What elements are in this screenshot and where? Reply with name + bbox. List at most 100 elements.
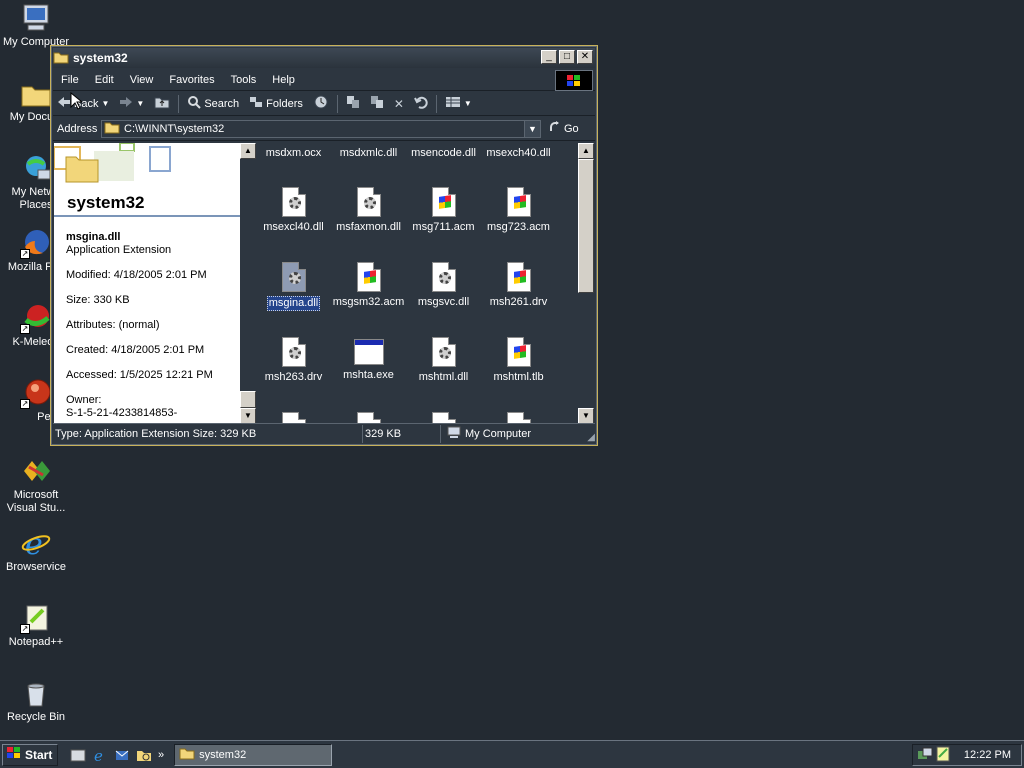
menu-help[interactable]: Help xyxy=(264,74,303,86)
go-button[interactable]: Go xyxy=(549,121,579,136)
chevron-down-icon[interactable]: ▼ xyxy=(136,99,144,108)
notepad-plus-icon: ↗ xyxy=(20,602,52,634)
back-button[interactable]: Back ▼ xyxy=(53,93,113,115)
menu-bar: File Edit View Favorites Tools Help xyxy=(53,69,595,91)
file-item[interactable]: msgsvc.dll xyxy=(406,262,481,309)
status-size: 329 KB xyxy=(363,424,441,443)
title-bar[interactable]: system32 _ □ ✕ xyxy=(53,48,595,68)
views-button[interactable]: ▼ xyxy=(441,93,476,115)
scroll-thumb[interactable] xyxy=(240,391,256,408)
close-button[interactable]: ✕ xyxy=(577,50,593,64)
accessed-date: Accessed: 1/5/2025 12:21 PM xyxy=(66,369,213,381)
desktop-icon-notepad-plus[interactable]: ↗ Notepad++ xyxy=(0,602,72,649)
file-item[interactable]: mshtml.dll xyxy=(406,337,481,384)
folders-button[interactable]: Folders xyxy=(245,93,307,115)
gear-file-icon xyxy=(281,187,306,217)
file-item[interactable]: mshta.exe xyxy=(331,337,406,382)
file-item[interactable]: msh263.drv xyxy=(256,337,331,384)
chevron-right-icon[interactable]: » xyxy=(158,749,164,761)
file-size: Size: 330 KB xyxy=(66,294,130,306)
gear-file-icon xyxy=(431,337,456,367)
windows-explorer-icon[interactable] xyxy=(136,747,152,763)
file-item-selected[interactable]: msgina.dll xyxy=(256,262,331,311)
firefox-icon: ↗ xyxy=(20,227,52,259)
file-item[interactable]: mshtml.tlb xyxy=(481,337,556,384)
move-to-button[interactable] xyxy=(342,93,364,115)
k-meleon-icon: ↗ xyxy=(20,302,52,334)
back-arrow-icon xyxy=(57,96,71,111)
svg-text:e: e xyxy=(94,747,103,763)
modified-date: Modified: 4/18/2005 2:01 PM xyxy=(66,269,207,281)
scroll-up-button[interactable]: ▲ xyxy=(578,143,594,159)
copy-to-button[interactable] xyxy=(366,93,388,115)
desktop-icon-visual-studio[interactable]: Microsoft Visual Stu... xyxy=(0,455,72,515)
windows-file-icon xyxy=(356,262,381,292)
details-pane-header: system32 xyxy=(54,143,240,217)
scroll-down-button[interactable]: ▼ xyxy=(240,408,256,424)
file-item[interactable]: msg711.acm xyxy=(406,187,481,234)
pego-icon: ↗ xyxy=(20,377,52,409)
address-dropdown-button[interactable]: ▼ xyxy=(524,120,540,137)
start-button[interactable]: Start xyxy=(2,743,58,766)
go-arrow-icon xyxy=(549,121,561,136)
folder-icon xyxy=(104,120,120,137)
forward-button[interactable]: ▼ xyxy=(115,93,148,115)
search-icon xyxy=(187,95,202,112)
undo-button[interactable] xyxy=(410,93,432,115)
recycle-bin-icon xyxy=(20,677,52,709)
undo-icon xyxy=(414,95,428,112)
menu-favorites[interactable]: Favorites xyxy=(161,74,222,86)
delete-button[interactable]: ✕ xyxy=(390,93,408,115)
file-item[interactable]: msdxmlc.dll xyxy=(331,147,406,160)
taskbar: Start e » system32 12:22 PM xyxy=(0,740,1024,768)
scroll-down-button[interactable]: ▼ xyxy=(578,408,594,424)
history-button[interactable] xyxy=(309,93,333,115)
taskbar-button-system32[interactable]: system32 xyxy=(174,743,333,766)
file-item[interactable]: msgsm32.acm xyxy=(331,262,406,309)
explorer-window: system32 _ □ ✕ File Edit View Favorites … xyxy=(50,45,598,446)
file-list-scrollbar[interactable]: ▲ ▼ xyxy=(578,143,594,424)
file-item[interactable]: msh261.drv xyxy=(481,262,556,309)
file-item[interactable]: msdxm.ocx xyxy=(256,147,331,160)
desktop-icon-browservice[interactable]: e Browservice xyxy=(0,527,72,574)
copy-to-icon xyxy=(370,95,384,112)
chevron-down-icon[interactable]: ▼ xyxy=(464,99,472,108)
show-desktop-icon[interactable] xyxy=(70,747,86,763)
folder-graphic-icon xyxy=(54,143,174,194)
file-item[interactable]: msfaxmon.dll xyxy=(331,187,406,234)
network-tray-icon[interactable] xyxy=(917,746,933,765)
owner-label: Owner: xyxy=(66,394,102,406)
history-icon xyxy=(313,94,329,113)
up-folder-button[interactable] xyxy=(150,93,174,115)
gear-file-icon xyxy=(281,262,306,292)
menu-edit[interactable]: Edit xyxy=(87,74,122,86)
desktop-icon-recycle-bin[interactable]: Recycle Bin xyxy=(0,677,72,724)
windows-file-icon xyxy=(431,187,456,217)
file-item[interactable]: msexcl40.dll xyxy=(256,187,331,234)
minimize-button[interactable]: _ xyxy=(541,50,557,64)
windows-logo-icon xyxy=(555,70,593,91)
outlook-express-icon[interactable] xyxy=(114,747,130,763)
file-item[interactable]: msexch40.dll xyxy=(481,147,556,160)
details-pane-scrollbar[interactable]: ▲ ▼ xyxy=(240,143,256,424)
file-item[interactable]: msg723.acm xyxy=(481,187,556,234)
menu-view[interactable]: View xyxy=(122,74,162,86)
menu-tools[interactable]: Tools xyxy=(223,74,265,86)
address-input[interactable]: C:\WINNT\system32 ▼ xyxy=(101,119,541,138)
search-button[interactable]: Search xyxy=(183,93,243,115)
selected-file-type: Application Extension xyxy=(66,244,172,256)
file-item[interactable]: msencode.dll xyxy=(406,147,481,160)
scroll-up-button[interactable]: ▲ xyxy=(240,143,256,159)
scroll-thumb[interactable] xyxy=(578,159,594,293)
clock[interactable]: 12:22 PM xyxy=(964,749,1011,761)
maximize-button[interactable]: □ xyxy=(559,50,575,64)
chevron-down-icon[interactable]: ▼ xyxy=(101,99,109,108)
notepad-tray-icon[interactable] xyxy=(935,746,951,765)
internet-explorer-icon[interactable]: e xyxy=(92,747,108,765)
desktop-icon-my-computer[interactable]: My Computer xyxy=(0,2,72,49)
menu-file[interactable]: File xyxy=(53,74,87,86)
views-icon xyxy=(445,96,461,111)
resize-grip-icon[interactable]: ◢ xyxy=(587,432,595,443)
internet-explorer-icon: e xyxy=(20,527,52,562)
toolbar-separator xyxy=(336,94,338,113)
